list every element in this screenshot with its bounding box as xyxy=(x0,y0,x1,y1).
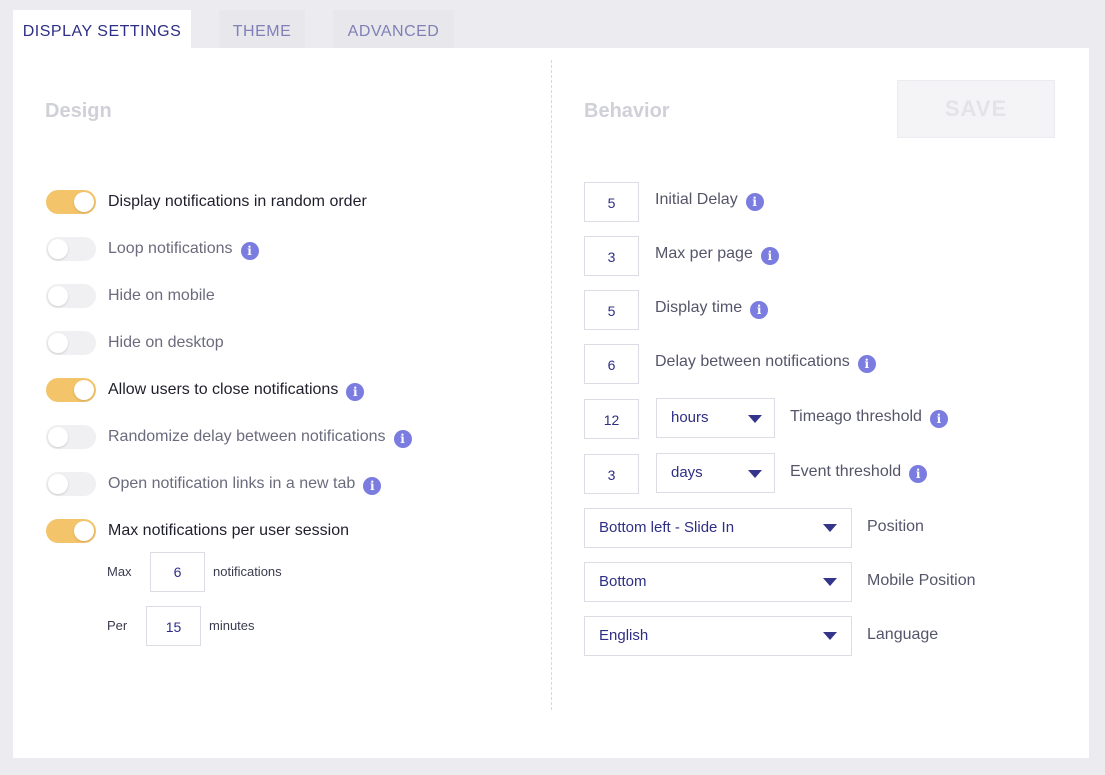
field-label-text: Initial Delay xyxy=(655,191,738,208)
delay-between-input[interactable]: 6 xyxy=(584,344,639,384)
info-icon[interactable]: i xyxy=(750,301,769,319)
settings-panel: Design Display notifications in random o… xyxy=(13,48,1089,758)
chevron-down-icon xyxy=(823,632,837,640)
toggle-label-text: Allow users to close notifications xyxy=(108,381,339,398)
language-select[interactable]: English xyxy=(584,616,852,656)
field-label-text: Event threshold xyxy=(790,463,902,480)
chevron-down-icon xyxy=(823,524,837,532)
allow-close-label: Allow users to close notifications i xyxy=(108,378,365,402)
max-per-page-label: Max per page i xyxy=(655,245,779,265)
chevron-down-icon xyxy=(748,415,762,423)
timeago-unit-select[interactable]: hours xyxy=(656,398,775,438)
select-value: days xyxy=(671,464,703,481)
display-time-input[interactable]: 5 xyxy=(584,290,639,330)
hide-desktop-toggle[interactable] xyxy=(46,331,96,355)
random-order-label: Display notifications in random order xyxy=(108,190,367,214)
per-unit-label: minutes xyxy=(209,618,255,633)
toggle-label-text: Hide on desktop xyxy=(108,334,224,351)
select-value: Bottom xyxy=(599,573,647,590)
behavior-title: Behavior xyxy=(584,100,670,122)
mobile-position-label: Mobile Position xyxy=(867,572,976,589)
max-notifications-input[interactable]: 6 xyxy=(150,552,205,592)
event-unit-select[interactable]: days xyxy=(656,453,775,493)
position-label: Position xyxy=(867,518,924,535)
new-tab-toggle[interactable] xyxy=(46,472,96,496)
info-icon[interactable]: i xyxy=(909,465,928,483)
info-icon[interactable]: i xyxy=(393,430,412,448)
new-tab-label: Open notification links in a new tab i xyxy=(108,472,382,496)
tab-display-settings[interactable]: DISPLAY SETTINGS xyxy=(13,10,191,48)
field-label-text: Max per page xyxy=(655,245,753,262)
field-label-text: Display time xyxy=(655,299,743,316)
field-label-text: Delay between notifications xyxy=(655,353,850,370)
per-minutes-input[interactable]: 15 xyxy=(146,606,201,646)
timeago-label: Timeago threshold i xyxy=(790,408,948,428)
design-title: Design xyxy=(45,100,112,122)
toggle-knob xyxy=(48,286,68,306)
position-select[interactable]: Bottom left - Slide In xyxy=(584,508,852,548)
display-time-label: Display time i xyxy=(655,299,769,319)
loop-toggle[interactable] xyxy=(46,237,96,261)
info-icon[interactable]: i xyxy=(760,247,779,265)
info-icon[interactable]: i xyxy=(346,383,365,401)
hide-mobile-toggle[interactable] xyxy=(46,284,96,308)
toggle-knob xyxy=(48,427,68,447)
tab-advanced[interactable]: ADVANCED xyxy=(333,10,454,48)
hide-desktop-label: Hide on desktop xyxy=(108,331,224,355)
select-value: hours xyxy=(671,409,709,426)
chevron-down-icon xyxy=(748,470,762,478)
event-threshold-input[interactable]: 3 xyxy=(584,454,639,494)
max-per-page-input[interactable]: 3 xyxy=(584,236,639,276)
select-value: English xyxy=(599,627,649,644)
toggle-label-text: Display notifications in random order xyxy=(108,193,367,210)
info-icon[interactable]: i xyxy=(929,410,948,428)
language-label: Language xyxy=(867,626,939,643)
max-unit-label: notifications xyxy=(213,564,282,579)
max-session-toggle[interactable] xyxy=(46,519,96,543)
delay-between-label: Delay between notifications i xyxy=(655,353,876,373)
column-divider xyxy=(551,60,552,710)
randomize-delay-label: Randomize delay between notifications i xyxy=(108,425,412,449)
event-threshold-label: Event threshold i xyxy=(790,463,928,483)
toggle-knob xyxy=(74,192,94,212)
field-label-text: Timeago threshold xyxy=(790,408,922,425)
info-icon[interactable]: i xyxy=(857,355,876,373)
toggle-label-text: Loop notifications xyxy=(108,240,233,257)
select-value: Bottom left - Slide In xyxy=(599,519,735,536)
toggle-label-text: Max notifications per user session xyxy=(108,522,349,539)
toggle-knob xyxy=(74,521,94,541)
info-icon[interactable]: i xyxy=(745,193,764,211)
max-label: Max xyxy=(107,564,132,579)
per-label: Per xyxy=(107,618,128,633)
randomize-delay-toggle[interactable] xyxy=(46,425,96,449)
initial-delay-input[interactable]: 5 xyxy=(584,182,639,222)
hide-mobile-label: Hide on mobile xyxy=(108,284,215,308)
initial-delay-label: Initial Delay i xyxy=(655,191,764,211)
max-session-label: Max notifications per user session xyxy=(108,519,349,543)
chevron-down-icon xyxy=(823,578,837,586)
toggle-label-text: Open notification links in a new tab xyxy=(108,475,356,492)
toggle-knob xyxy=(48,474,68,494)
toggle-knob xyxy=(74,380,94,400)
info-icon[interactable]: i xyxy=(363,477,382,495)
toggle-knob xyxy=(48,333,68,353)
toggle-label-text: Hide on mobile xyxy=(108,287,215,304)
save-button[interactable]: SAVE xyxy=(897,80,1055,138)
info-icon[interactable]: i xyxy=(240,242,259,260)
allow-close-toggle[interactable] xyxy=(46,378,96,402)
timeago-input[interactable]: 12 xyxy=(584,399,639,439)
tab-theme[interactable]: THEME xyxy=(219,10,305,48)
random-order-toggle[interactable] xyxy=(46,190,96,214)
loop-label: Loop notifications i xyxy=(108,237,259,261)
mobile-position-select[interactable]: Bottom xyxy=(584,562,852,602)
toggle-knob xyxy=(48,239,68,259)
toggle-label-text: Randomize delay between notifications xyxy=(108,428,386,445)
